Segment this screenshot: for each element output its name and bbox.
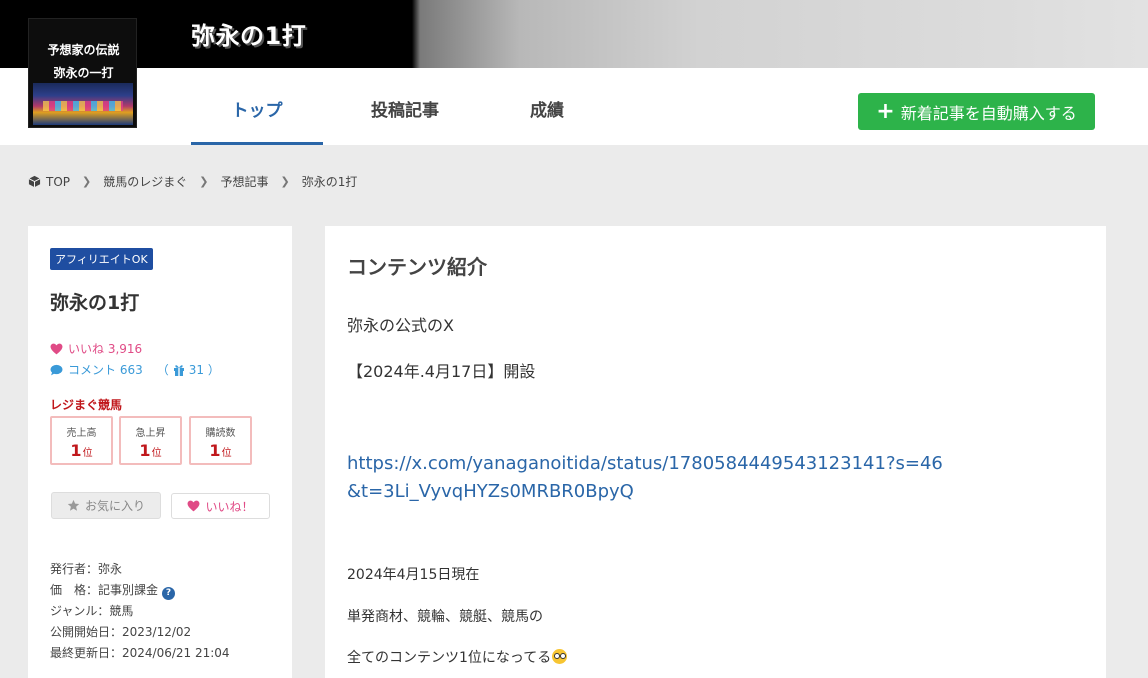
chevron-right-icon: ❯: [199, 175, 209, 188]
x-link[interactable]: https://x.com/yanaganoitida/status/17805…: [347, 450, 947, 506]
rank-rising-value: 1位: [139, 441, 162, 460]
content-line-4: 単発商材、競輪、競艇、競馬の: [347, 609, 543, 625]
rank-subscribers-label: 購読数: [205, 428, 236, 439]
meta-genre: ジャンル：競馬: [50, 604, 134, 618]
comments-count[interactable]: コメント 663 （ 31 ）: [50, 361, 220, 378]
breadcrumb-current: 弥永の1打: [301, 175, 358, 189]
like-button[interactable]: いいね！: [171, 493, 270, 519]
auto-buy-label: 新着記事を自動購入する: [900, 103, 1077, 123]
cube-icon: [28, 175, 41, 188]
meta-updated: 最終更新日：2024/06/21 21:04: [50, 646, 230, 660]
ranking-label: レジまぐ競馬: [50, 398, 123, 412]
star-icon: [67, 499, 80, 511]
chevron-right-icon: ❯: [280, 175, 290, 188]
breadcrumb: TOP ❯ 競馬のレジまぐ ❯ 予想記事 ❯ 弥永の1打: [28, 173, 357, 190]
chevron-right-icon: ❯: [82, 175, 92, 188]
rank-rising[interactable]: 急上昇 1位: [119, 416, 182, 465]
content-line-2: 【2024年.4月17日】開設: [347, 362, 536, 381]
favorite-button-label: お気に入り: [84, 499, 145, 513]
like-button-label: いいね！: [205, 499, 254, 514]
help-icon[interactable]: ?: [162, 586, 176, 600]
channel-logo[interactable]: 予想家の伝説 弥永の一打: [28, 18, 137, 128]
gift-count-value: 31: [188, 362, 205, 377]
logo-image: [33, 83, 133, 125]
rank-sales-value: 1位: [70, 441, 93, 460]
breadcrumb-top[interactable]: TOP: [46, 175, 70, 189]
content-card: コンテンツ紹介 弥永の公式のX 【2024年.4月17日】開設 https://…: [325, 226, 1106, 678]
nav-bar: トップ 投稿記事 成績 + 新着記事を自動購入する: [0, 68, 1148, 145]
sidebar-title: 弥永の1打: [50, 292, 140, 314]
logo-text-line2: 弥永の一打: [53, 66, 114, 80]
banner-title: 弥永の1打: [191, 22, 307, 50]
breadcrumb-yoso[interactable]: 予想記事: [220, 173, 268, 190]
rank-sales-label: 売上高: [66, 428, 97, 439]
affiliate-badge: アフィリエイトOK: [50, 248, 153, 270]
likes-label: いいね 3,916: [68, 342, 143, 356]
plus-icon: +: [876, 98, 895, 124]
meta-price: 価 格：記事別課金?: [50, 581, 176, 600]
breadcrumb-keiba[interactable]: 競馬のレジまぐ: [103, 173, 187, 190]
tab-posts[interactable]: 投稿記事: [340, 68, 470, 145]
logo-text-line1: 予想家の伝説: [47, 43, 120, 57]
meta-publisher: 発行者：弥永: [50, 562, 123, 576]
comments-label: コメント 663: [68, 363, 143, 377]
rank-rising-label: 急上昇: [135, 428, 166, 439]
content-line-1: 弥永の公式のX: [347, 316, 454, 335]
rank-sales[interactable]: 売上高 1位: [50, 416, 113, 465]
comment-icon: [50, 364, 63, 375]
rank-subscribers[interactable]: 購読数 1位: [189, 416, 252, 465]
tab-top[interactable]: トップ: [191, 68, 323, 145]
rank-subscribers-value: 1位: [209, 441, 232, 460]
likes-count[interactable]: いいね 3,916: [50, 340, 142, 357]
tab-results[interactable]: 成績: [482, 68, 612, 145]
header-banner: 弥永の1打: [0, 0, 1148, 68]
heart-icon: [188, 500, 200, 512]
content-line-3: 2024年4月15日現在: [347, 567, 480, 583]
content-title: コンテンツ紹介: [347, 255, 487, 279]
gift-icon: [173, 364, 184, 376]
emoji-icon: [552, 649, 568, 664]
auto-buy-button[interactable]: + 新着記事を自動購入する: [858, 93, 1095, 130]
gift-count: （ 31 ）: [156, 362, 220, 378]
content-line-5: 全てのコンテンツ1位になってる: [347, 647, 568, 667]
meta-price-text: 価 格：記事別課金: [50, 583, 159, 597]
sidebar-card: アフィリエイトOK 弥永の1打 いいね 3,916 コメント 663 （ 31 …: [28, 226, 292, 678]
favorite-button[interactable]: お気に入り: [51, 492, 161, 519]
meta-start-date: 公開開始日：2023/12/02: [50, 625, 192, 639]
heart-icon: [50, 343, 63, 354]
